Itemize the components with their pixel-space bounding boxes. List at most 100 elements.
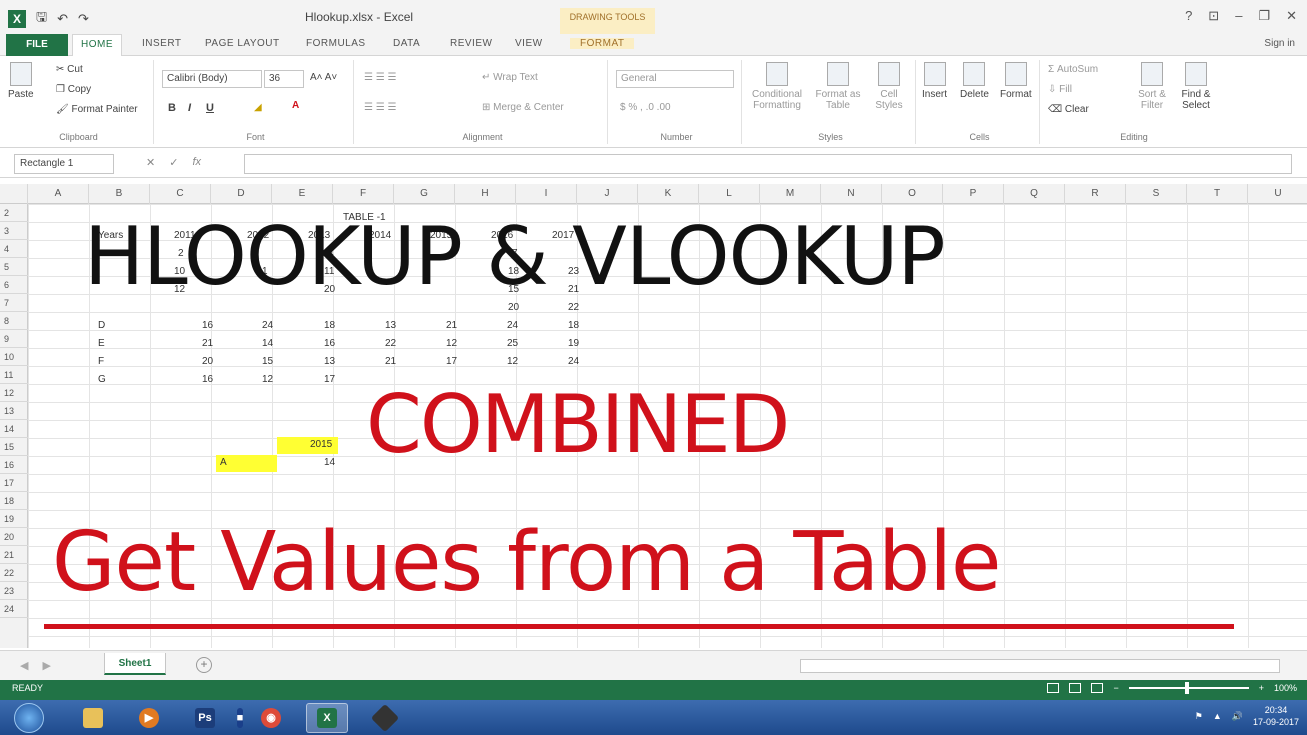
- italic-button[interactable]: I: [188, 102, 191, 114]
- table-cell[interactable]: 17: [324, 374, 335, 385]
- taskbar-game[interactable]: [364, 703, 406, 733]
- row-header[interactable]: 24: [0, 600, 28, 618]
- sheet-prev-icon[interactable]: ◀: [20, 659, 28, 672]
- taskbar-media[interactable]: ▶: [128, 703, 170, 733]
- table-cell[interactable]: 25: [507, 338, 518, 349]
- horizontal-scrollbar[interactable]: [800, 659, 1280, 673]
- fx-icon[interactable]: fx: [192, 156, 201, 169]
- start-button[interactable]: [14, 703, 44, 733]
- font-grow-shrink-icons[interactable]: A˄ A˅: [310, 72, 337, 83]
- table-cell[interactable]: 17: [446, 356, 457, 367]
- row-header[interactable]: 4: [0, 240, 28, 258]
- underline-button[interactable]: U: [206, 102, 214, 114]
- fill-button[interactable]: ⇩ Fill: [1048, 84, 1072, 95]
- cut-button[interactable]: ✂ Cut: [56, 64, 83, 75]
- tab-review[interactable]: REVIEW: [450, 38, 492, 49]
- row-key-cell[interactable]: D: [98, 320, 105, 331]
- table-cell[interactable]: 21: [446, 320, 457, 331]
- table-cell[interactable]: 22: [385, 338, 396, 349]
- table-cell[interactable]: 14: [262, 338, 273, 349]
- table-cell[interactable]: 24: [568, 356, 579, 367]
- overlay-title-line-2[interactable]: COMBINED: [366, 378, 790, 471]
- format-as-table-button[interactable]: Format as Table: [812, 62, 864, 111]
- tab-data[interactable]: DATA: [393, 38, 420, 49]
- tab-view[interactable]: VIEW: [515, 38, 543, 49]
- lookup-key-cell[interactable]: A: [220, 457, 227, 468]
- row-header[interactable]: 14: [0, 420, 28, 438]
- format-cells-button[interactable]: Format: [1000, 62, 1032, 100]
- copy-button[interactable]: ❐ Copy: [56, 84, 91, 95]
- row-header[interactable]: 6: [0, 276, 28, 294]
- column-header[interactable]: S: [1126, 184, 1187, 204]
- table-cell[interactable]: 12: [262, 374, 273, 385]
- zoom-level[interactable]: 100%: [1274, 683, 1297, 693]
- column-header[interactable]: N: [821, 184, 882, 204]
- conditional-formatting-button[interactable]: Conditional Formatting: [748, 62, 806, 111]
- column-header[interactable]: P: [943, 184, 1004, 204]
- row-header[interactable]: 10: [0, 348, 28, 366]
- column-header[interactable]: U: [1248, 184, 1307, 204]
- row-header[interactable]: 9: [0, 330, 28, 348]
- select-all-corner[interactable]: [0, 184, 28, 204]
- autosum-button[interactable]: Σ AutoSum: [1048, 64, 1098, 75]
- column-header[interactable]: D: [211, 184, 272, 204]
- table-cell[interactable]: 16: [324, 338, 335, 349]
- row-header[interactable]: 18: [0, 492, 28, 510]
- row-header[interactable]: 5: [0, 258, 28, 276]
- table-cell[interactable]: 13: [385, 320, 396, 331]
- table-cell[interactable]: 12: [507, 356, 518, 367]
- row-header[interactable]: 20: [0, 528, 28, 546]
- row-header[interactable]: 16: [0, 456, 28, 474]
- row-header[interactable]: 3: [0, 222, 28, 240]
- column-header[interactable]: A: [28, 184, 89, 204]
- page-break-view-icon[interactable]: [1091, 683, 1104, 693]
- row-header[interactable]: 17: [0, 474, 28, 492]
- sheet-next-icon[interactable]: ▶: [42, 659, 50, 672]
- table-cell[interactable]: 16: [202, 374, 213, 385]
- table-cell[interactable]: 13: [324, 356, 335, 367]
- taskbar-excel[interactable]: X: [306, 703, 348, 733]
- fill-color-icon[interactable]: ◢: [254, 102, 262, 113]
- help-button[interactable]: ?: [1185, 8, 1192, 24]
- column-header[interactable]: F: [333, 184, 394, 204]
- row-header[interactable]: 21: [0, 546, 28, 564]
- table-cell[interactable]: 21: [202, 338, 213, 349]
- table-cell[interactable]: 15: [262, 356, 273, 367]
- add-sheet-button[interactable]: +: [196, 657, 212, 673]
- tab-insert[interactable]: INSERT: [142, 38, 182, 49]
- name-box[interactable]: Rectangle 1: [14, 154, 114, 174]
- tab-file[interactable]: FILE: [6, 34, 68, 56]
- column-header[interactable]: I: [516, 184, 577, 204]
- format-painter-button[interactable]: 🖌 Format Painter: [56, 104, 138, 115]
- table-cell[interactable]: 12: [446, 338, 457, 349]
- cancel-icon[interactable]: ✕: [146, 156, 155, 169]
- number-format-icons[interactable]: $ % , .0 .00: [620, 102, 671, 113]
- redo-icon[interactable]: ↷: [78, 11, 89, 27]
- align-center-icons[interactable]: ☰ ☰ ☰: [364, 102, 396, 113]
- row-header[interactable]: 15: [0, 438, 28, 456]
- tray-volume-icon[interactable]: 🔊: [1232, 711, 1243, 722]
- row-header[interactable]: 7: [0, 294, 28, 312]
- save-icon[interactable]: 🖫: [36, 8, 47, 30]
- overlay-title-line-1[interactable]: HLOOKUP & VLOOKUP: [84, 210, 946, 303]
- zoom-slider-thumb[interactable]: [1184, 682, 1189, 694]
- row-header[interactable]: 8: [0, 312, 28, 330]
- row-header[interactable]: 23: [0, 582, 28, 600]
- clear-button[interactable]: ⌫ Clear: [1048, 104, 1089, 115]
- zoom-slider[interactable]: [1128, 682, 1249, 694]
- table-cell[interactable]: 21: [385, 356, 396, 367]
- ribbon-display-button[interactable]: ⊡: [1208, 8, 1219, 24]
- tray-network-icon[interactable]: ▲: [1213, 711, 1222, 721]
- sort-filter-button[interactable]: Sort & Filter: [1132, 62, 1172, 111]
- enter-icon[interactable]: ✓: [169, 156, 178, 169]
- table-cell[interactable]: 24: [262, 320, 273, 331]
- number-format-combo[interactable]: General: [616, 70, 734, 88]
- tab-formulas[interactable]: FORMULAS: [306, 38, 366, 49]
- font-name-combo[interactable]: Calibri (Body): [162, 70, 262, 88]
- align-top-icons[interactable]: ☰ ☰ ☰: [364, 72, 396, 83]
- formula-input[interactable]: [244, 154, 1292, 174]
- wrap-text-button[interactable]: ↵ Wrap Text: [482, 72, 538, 83]
- column-header[interactable]: R: [1065, 184, 1126, 204]
- column-header[interactable]: G: [394, 184, 455, 204]
- close-button[interactable]: ✕: [1286, 8, 1297, 24]
